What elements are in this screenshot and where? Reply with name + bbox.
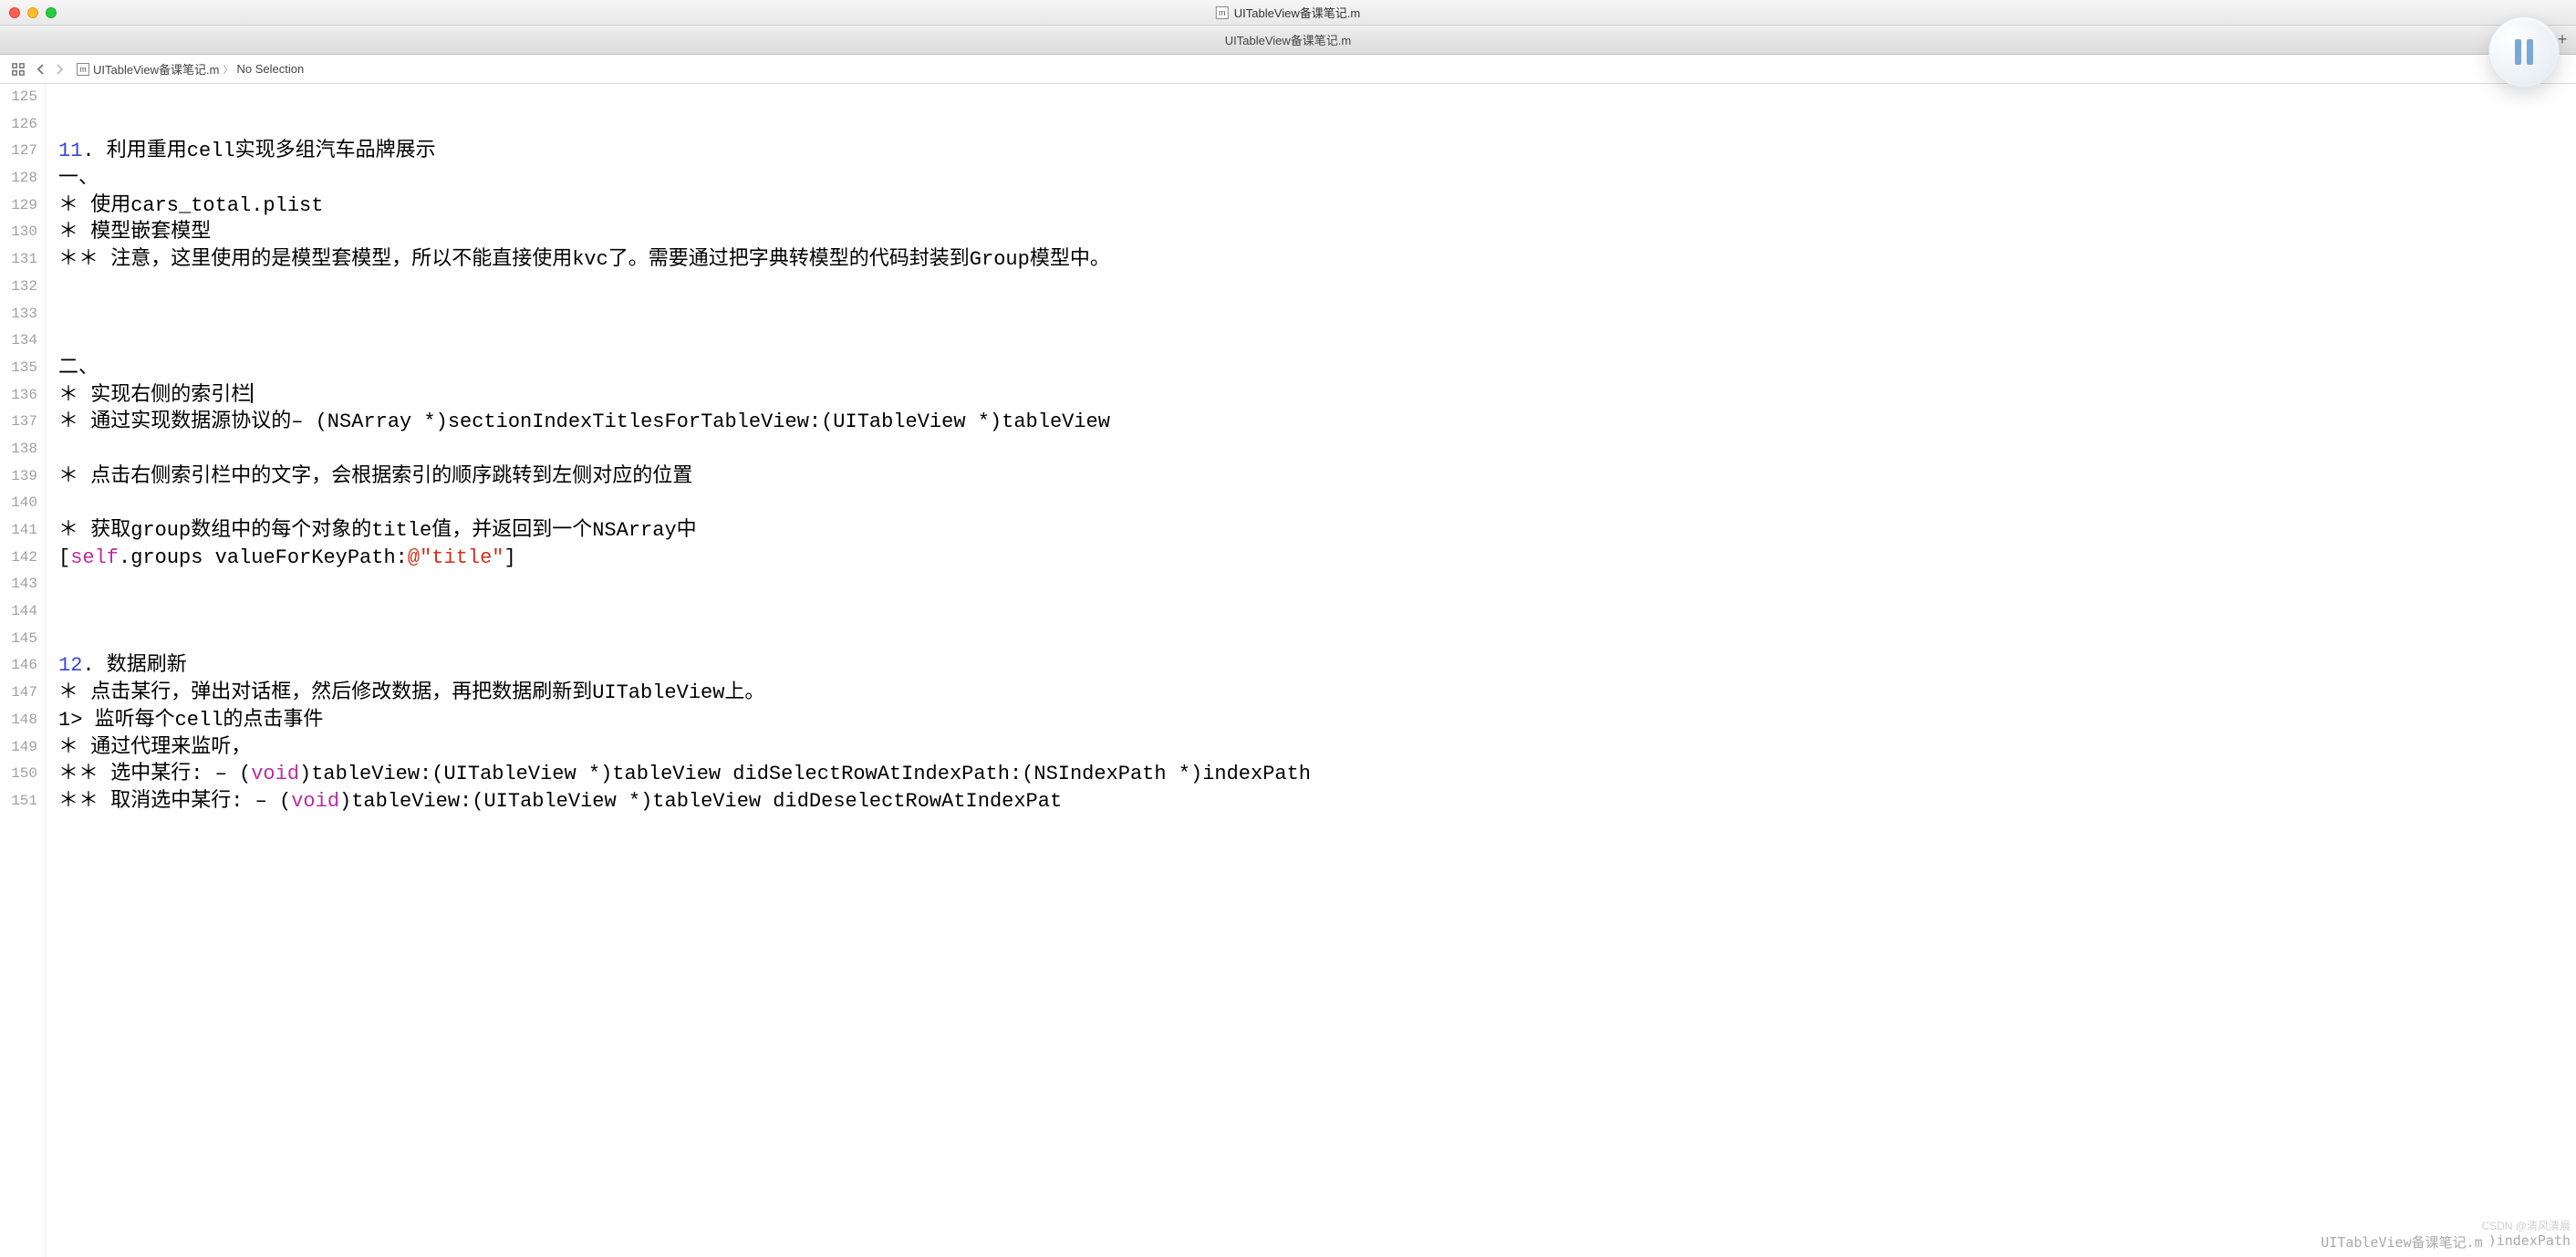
code-line[interactable] — [58, 598, 2576, 626]
code-line[interactable] — [58, 84, 2576, 111]
line-number: 145 — [0, 626, 37, 653]
breadcrumb[interactable]: m UITableView备课笔记.m 〉 No Selection — [77, 60, 304, 78]
line-gutter: 1251261271281291301311321331341351361371… — [0, 84, 46, 1257]
breadcrumb-selection[interactable]: No Selection — [236, 62, 304, 76]
chevron-right-icon: 〉 — [223, 62, 233, 77]
titlebar: m UITableView备课笔记.m — [0, 0, 2576, 26]
code-line[interactable]: ＊ 通过代理来监听， — [58, 734, 2576, 762]
maximize-window-button[interactable] — [46, 7, 57, 18]
line-number: 132 — [0, 274, 37, 301]
pause-button[interactable] — [2488, 16, 2560, 88]
code-line[interactable] — [58, 111, 2576, 139]
line-number: 128 — [0, 165, 37, 192]
line-number: 150 — [0, 761, 37, 788]
line-number: 149 — [0, 734, 37, 762]
status-file: UITableView备课笔记.m — [2321, 1232, 2482, 1252]
code-line[interactable]: ＊ 点击某行，弹出对话框，然后修改数据，再把数据刷新到UITableView上。 — [58, 680, 2576, 707]
line-number: 144 — [0, 598, 37, 626]
line-number: 127 — [0, 138, 37, 165]
line-number: 135 — [0, 355, 37, 382]
code-line[interactable]: [self.groups valueForKeyPath:@"title"] — [58, 545, 2576, 572]
tabbar: UITableView备课笔记.m + — [0, 26, 2576, 55]
line-number: 133 — [0, 301, 37, 328]
status-overlay: UITableView备课笔记.m )indexPath — [2321, 1232, 2571, 1252]
traffic-lights — [9, 7, 57, 18]
code-line[interactable] — [58, 436, 2576, 463]
line-number: 130 — [0, 219, 37, 246]
code-line[interactable] — [58, 490, 2576, 517]
line-number: 138 — [0, 436, 37, 463]
code-line[interactable]: ＊ 获取group数组中的每个对象的title值，并返回到一个NSArray中 — [58, 517, 2576, 545]
watermark: CSDN @清风清晨 — [2481, 1218, 2571, 1233]
code-line[interactable]: ＊＊ 选中某行: – (void)tableView:(UITableView … — [58, 761, 2576, 788]
minimize-window-button[interactable] — [27, 7, 38, 18]
tab-title[interactable]: UITableView备课笔记.m — [1225, 31, 1351, 48]
navbar: m UITableView备课笔记.m 〉 No Selection — [0, 55, 2576, 84]
code-line[interactable]: ＊＊ 注意，这里使用的是模型套模型，所以不能直接使用kvc了。需要通过把字典转模… — [58, 246, 2576, 274]
nav-forward-button[interactable] — [51, 58, 69, 80]
nav-back-button[interactable] — [31, 58, 49, 80]
line-number: 143 — [0, 571, 37, 598]
code-line[interactable]: ＊＊ 取消选中某行: – (void)tableView:(UITableVie… — [58, 788, 2576, 815]
line-number: 134 — [0, 327, 37, 355]
line-number: 151 — [0, 788, 37, 815]
window-title: m UITableView备课笔记.m — [1216, 4, 1360, 21]
related-items-icon[interactable] — [7, 58, 29, 80]
code-line[interactable]: 一、 — [58, 165, 2576, 192]
code-line[interactable] — [58, 327, 2576, 355]
line-number: 136 — [0, 382, 37, 410]
close-window-button[interactable] — [9, 7, 20, 18]
code-line[interactable]: ＊ 使用cars_total.plist — [58, 192, 2576, 220]
code-line[interactable] — [58, 571, 2576, 598]
breadcrumb-file-icon: m — [77, 63, 89, 76]
code-area[interactable]: 11. 利用重用cell实现多组汽车品牌展示一、＊ 使用cars_total.p… — [46, 84, 2576, 1257]
code-line[interactable]: 二、 — [58, 355, 2576, 382]
line-number: 139 — [0, 463, 37, 491]
code-line[interactable]: ＊ 模型嵌套模型 — [58, 219, 2576, 246]
line-number: 129 — [0, 192, 37, 220]
line-number: 148 — [0, 707, 37, 734]
code-line[interactable]: ＊ 实现右侧的索引栏 — [58, 382, 2576, 410]
code-line[interactable] — [58, 274, 2576, 301]
status-method: )indexPath — [2488, 1232, 2571, 1252]
code-line[interactable] — [58, 626, 2576, 653]
code-line[interactable]: 1> 监听每个cell的点击事件 — [58, 707, 2576, 734]
line-number: 125 — [0, 84, 37, 111]
line-number: 140 — [0, 490, 37, 517]
line-number: 142 — [0, 545, 37, 572]
line-number: 126 — [0, 111, 37, 139]
line-number: 147 — [0, 680, 37, 707]
code-editor[interactable]: 1251261271281291301311321331341351361371… — [0, 84, 2576, 1257]
code-line[interactable]: ＊ 点击右侧索引栏中的文字，会根据索引的顺序跳转到左侧对应的位置 — [58, 463, 2576, 491]
line-number: 141 — [0, 517, 37, 545]
breadcrumb-file[interactable]: UITableView备课笔记.m — [93, 60, 219, 78]
code-line[interactable]: 12. 数据刷新 — [58, 652, 2576, 680]
line-number: 146 — [0, 652, 37, 680]
code-line[interactable]: 11. 利用重用cell实现多组汽车品牌展示 — [58, 138, 2576, 165]
code-line[interactable] — [58, 301, 2576, 328]
file-icon: m — [1216, 6, 1229, 19]
line-number: 137 — [0, 409, 37, 436]
line-number: 131 — [0, 246, 37, 274]
code-line[interactable]: ＊ 通过实现数据源协议的– (NSArray *)sectionIndexTit… — [58, 409, 2576, 436]
window-title-text: UITableView备课笔记.m — [1234, 4, 1360, 21]
